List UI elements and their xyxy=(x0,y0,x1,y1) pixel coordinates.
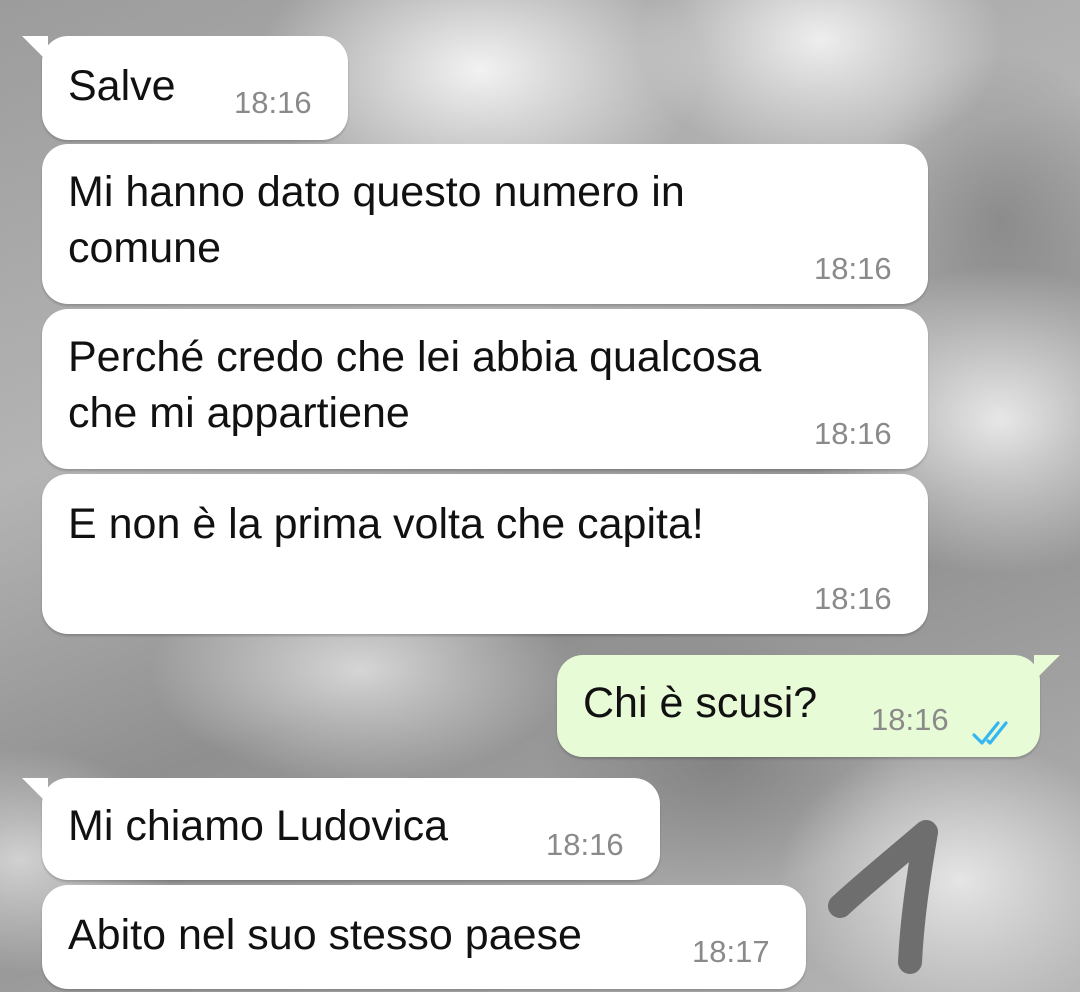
message-text: Chi è scusi? xyxy=(583,679,818,727)
message-timestamp: 18:16 xyxy=(871,702,949,737)
message-text: Mi chiamo Ludovica xyxy=(68,802,449,850)
message-bubble-outgoing[interactable]: Chi è scusi? 18:16 xyxy=(557,655,1060,757)
number-one-mark-icon xyxy=(826,820,946,985)
message-text-line: che mi appartiene xyxy=(68,389,410,437)
message-bubble-incoming[interactable]: Mi chiamo Ludovica 18:16 xyxy=(22,778,660,880)
chat-conversation: Salve 18:16 Mi hanno dato questo numero … xyxy=(0,0,1080,992)
message-bubble-incoming[interactable]: E non è la prima volta che capita! 18:16 xyxy=(42,474,928,634)
message-timestamp: 18:17 xyxy=(692,934,770,969)
message-timestamp: 18:16 xyxy=(546,827,624,862)
message-timestamp: 18:16 xyxy=(814,251,892,286)
double-check-icon xyxy=(971,705,1017,761)
message-timestamp: 18:16 xyxy=(814,416,892,451)
message-timestamp: 18:16 xyxy=(234,85,312,120)
message-text-line: Perché credo che lei abbia qualcosa xyxy=(68,333,762,381)
message-text-line: Mi hanno dato questo numero in xyxy=(68,168,685,216)
message-bubble-incoming[interactable]: Salve 18:16 xyxy=(22,36,348,140)
message-bubble-incoming[interactable]: Perché credo che lei abbia qualcosa che … xyxy=(42,309,928,469)
message-text: Abito nel suo stesso paese xyxy=(68,911,582,959)
message-timestamp: 18:16 xyxy=(814,581,892,616)
message-text: E non è la prima volta che capita! xyxy=(68,500,704,548)
message-bubble-incoming[interactable]: Mi hanno dato questo numero in comune 18… xyxy=(42,144,928,304)
message-text: Salve xyxy=(68,62,176,110)
message-bubble-incoming[interactable]: Abito nel suo stesso paese 18:17 xyxy=(42,885,806,989)
message-text-line: comune xyxy=(68,224,221,272)
